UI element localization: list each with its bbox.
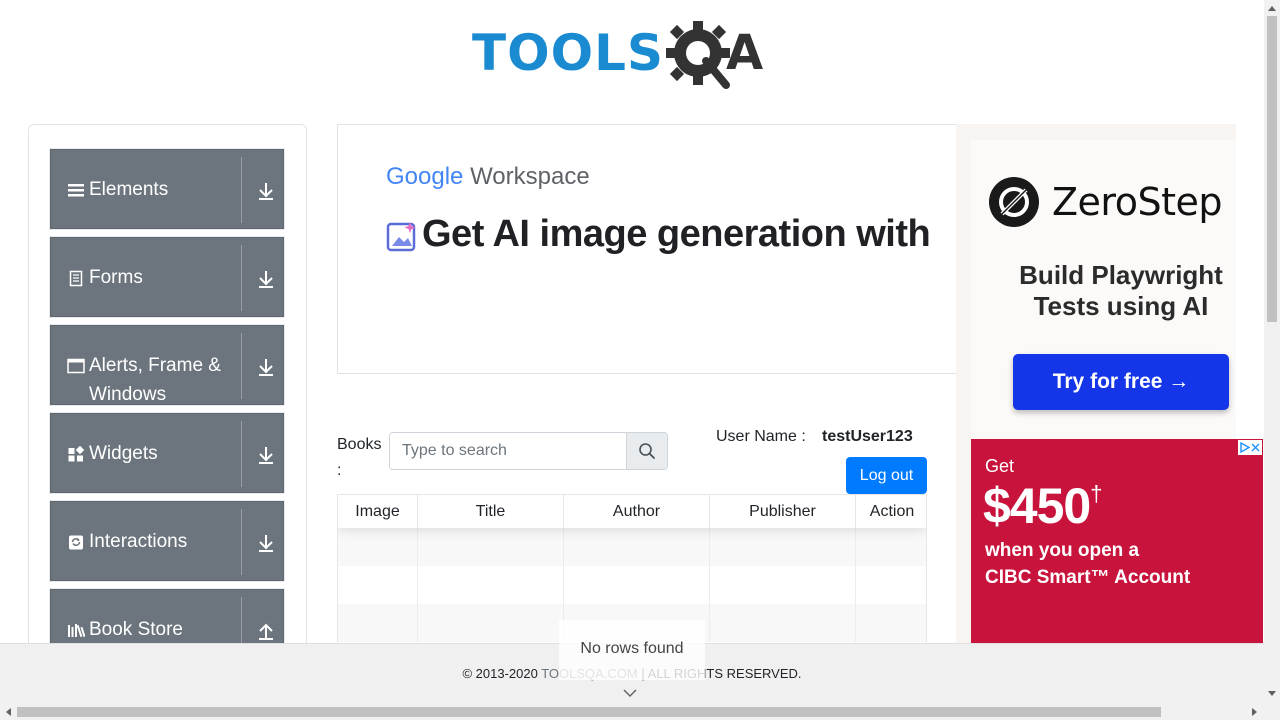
adchoices-play-icon (1240, 442, 1250, 453)
download-arrow-icon[interactable] (256, 444, 276, 466)
column-header-title[interactable]: Title (418, 495, 564, 528)
column-header-author[interactable]: Author (564, 495, 710, 528)
table-cell (418, 528, 564, 566)
column-header-publisher[interactable]: Publisher (710, 495, 856, 528)
divider (241, 333, 242, 399)
cibc-dagger: † (1090, 481, 1102, 506)
table-cell (418, 604, 564, 642)
table-cell (338, 566, 418, 604)
window-icon (67, 357, 85, 375)
download-arrow-icon[interactable] (256, 180, 276, 202)
try-for-free-button[interactable]: Try for free → (1013, 354, 1229, 410)
document-icon (67, 269, 85, 287)
table-cell (338, 528, 418, 566)
widgets-icon (67, 445, 85, 463)
upload-arrow-icon[interactable] (256, 620, 276, 642)
zerostep-subtitle-line: Tests using AI (1033, 291, 1209, 321)
sidebar-group-elements[interactable]: Elements (50, 149, 284, 229)
books-label: Books : (337, 436, 382, 479)
chevron-down-icon[interactable] (622, 687, 638, 699)
sidebar-group-label: Book Store (89, 619, 183, 640)
table-cell (710, 528, 856, 566)
table-row (338, 528, 926, 566)
column-header-image[interactable]: Image (338, 495, 418, 528)
user-name-label: User Name : (716, 428, 806, 445)
search-input[interactable] (390, 433, 628, 469)
cibc-amount-value: $450 (983, 478, 1091, 534)
sidebar-group-label: Interactions (89, 531, 188, 552)
table-cell (710, 566, 856, 604)
table-header: Image Title Author Publisher Action (338, 495, 926, 528)
divider (241, 245, 242, 311)
table-cell (710, 604, 856, 642)
copyright-prefix: © 2013-2020 (462, 666, 542, 681)
ai-image-icon (386, 219, 418, 251)
sidebar-group-forms[interactable]: Forms (50, 237, 284, 317)
table-cell (338, 604, 418, 642)
sidebar-group-widgets[interactable]: Widgets (50, 413, 284, 493)
zerostep-logo-icon (988, 176, 1040, 228)
no-rows-message: No rows found (559, 620, 705, 680)
google-logo-text: Google (386, 163, 464, 190)
logout-button[interactable]: Log out (846, 457, 927, 494)
logo-tools-text: TOOLS (472, 24, 664, 82)
search-icon (639, 443, 655, 459)
divider (241, 421, 242, 487)
cibc-offer-text: when you open a CIBC Smart™ Account (985, 537, 1190, 591)
google-workspace-ad[interactable]: Google Workspace Get AI image generation… (337, 124, 977, 374)
adchoices-icon[interactable] (1238, 440, 1262, 455)
search-button[interactable] (626, 433, 667, 469)
close-icon[interactable] (1251, 443, 1260, 452)
sidebar-group-label: Forms (89, 267, 143, 288)
table-cell (564, 528, 710, 566)
scroll-right-arrow-icon[interactable] (1251, 707, 1259, 717)
user-name-value: testUser123 (822, 428, 913, 445)
search-box (389, 432, 668, 470)
cibc-offer-line: CIBC Smart™ Account (985, 567, 1191, 588)
logo-a-text: A (726, 25, 764, 81)
column-header-action[interactable]: Action (856, 495, 926, 528)
zerostep-subtitle: Build Playwright Tests using AI (986, 260, 1236, 322)
sidebar-menu: Elements Forms Alerts, Frame & Windows W… (28, 124, 307, 664)
toolsqa-logo[interactable]: TOOLS A (472, 14, 796, 92)
table-cell (418, 566, 564, 604)
cibc-offer-line: when you open a (985, 540, 1140, 561)
divider (241, 157, 242, 223)
zerostep-name: ZeroStep (1052, 180, 1222, 224)
zerostep-subtitle-line: Build Playwright (1019, 260, 1223, 290)
interactions-icon (67, 533, 85, 551)
ad-headline: Get AI image generation with (386, 213, 931, 256)
gear-q-icon (666, 15, 732, 91)
library-icon (67, 621, 86, 639)
google-workspace-brand: Google Workspace (386, 163, 590, 191)
scroll-left-arrow-icon[interactable] (4, 707, 12, 717)
sidebar-group-interactions[interactable]: Interactions (50, 501, 284, 581)
zerostep-brand: ZeroStep (988, 176, 1222, 228)
cibc-get-text: Get (985, 456, 1015, 476)
cibc-amount: $450† (983, 477, 1103, 535)
divider (241, 509, 242, 575)
vertical-scrollbar-thumb[interactable] (1267, 16, 1277, 322)
workspace-text: Workspace (470, 163, 590, 190)
download-arrow-icon[interactable] (256, 532, 276, 554)
scroll-up-arrow-icon[interactable] (1267, 4, 1277, 12)
sidebar-group-label: Elements (89, 179, 169, 200)
download-arrow-icon[interactable] (256, 356, 276, 378)
sidebar-group-alerts[interactable]: Alerts, Frame & Windows (50, 325, 284, 405)
scroll-down-arrow-icon[interactable] (1267, 690, 1277, 698)
cibc-ad[interactable]: Get $450† when you open a CIBC Smart™ Ac… (971, 439, 1263, 644)
table-row (338, 566, 926, 604)
sidebar-group-label: Widgets (89, 443, 158, 464)
sidebar-group-label: Alerts, Frame & Windows (89, 355, 221, 405)
table-cell (564, 566, 710, 604)
ad-headline-text: Get AI image generation with (422, 213, 931, 255)
download-arrow-icon[interactable] (256, 268, 276, 290)
hamburger-icon (67, 181, 85, 199)
horizontal-scrollbar-thumb[interactable] (17, 707, 1161, 717)
